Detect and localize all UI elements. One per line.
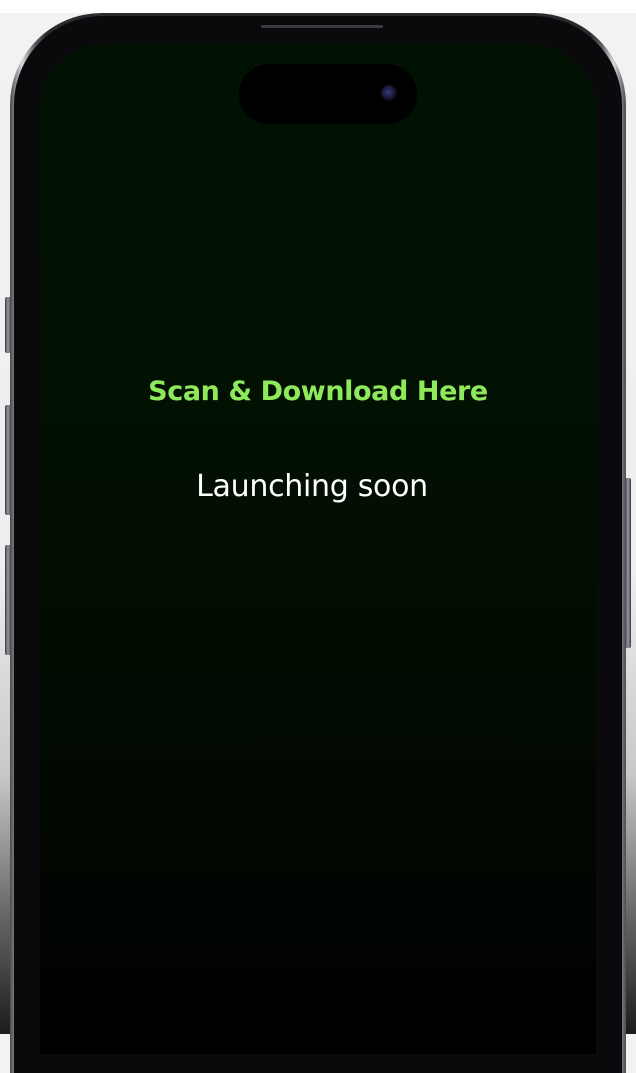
launching-soon-text: Launching soon xyxy=(196,469,428,504)
scan-download-heading: Scan & Download Here xyxy=(148,376,488,407)
phone-screen xyxy=(40,44,596,1054)
camera-lens-icon xyxy=(381,85,397,101)
earpiece-line xyxy=(261,25,383,28)
page-top-strip xyxy=(0,0,636,13)
dynamic-island xyxy=(239,64,417,124)
